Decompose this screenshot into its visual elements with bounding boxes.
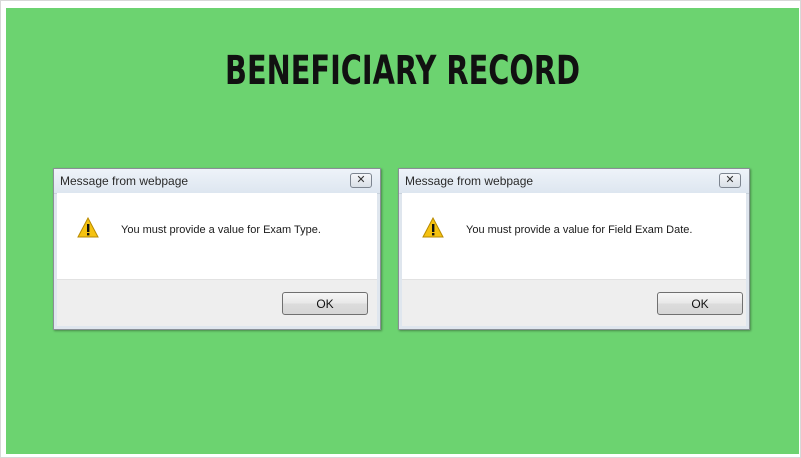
ok-button[interactable]: OK	[657, 292, 743, 315]
dialog-title: Message from webpage	[60, 174, 189, 188]
dialog-titlebar[interactable]: Message from webpage ✕	[54, 169, 380, 194]
page-title: BENEFICIARY RECORD	[225, 48, 580, 94]
ok-button-label: OK	[691, 297, 709, 311]
alert-dialog-field-exam-date: Message from webpage ✕ You must provide …	[398, 168, 750, 330]
dialog-message: You must provide a value for Field Exam …	[466, 224, 693, 236]
warning-icon	[422, 217, 444, 238]
dialog-message: You must provide a value for Exam Type.	[121, 224, 321, 236]
ok-button[interactable]: OK	[282, 292, 368, 315]
dialog-titlebar[interactable]: Message from webpage ✕	[399, 169, 749, 194]
dialog-footer: OK	[402, 279, 746, 326]
dialog-footer: OK	[57, 279, 377, 326]
close-icon: ✕	[356, 173, 366, 186]
close-button[interactable]: ✕	[719, 173, 741, 188]
dialog-content: You must provide a value for Field Exam …	[402, 193, 746, 279]
alert-dialog-exam-type: Message from webpage ✕ You must provide …	[53, 168, 381, 330]
dialog-title: Message from webpage	[405, 174, 534, 188]
ok-button-label: OK	[316, 297, 334, 311]
close-icon: ✕	[725, 173, 735, 186]
slide-background: BENEFICIARY RECORD Message from webpage …	[6, 8, 799, 454]
dialog-content: You must provide a value for Exam Type.	[57, 193, 377, 279]
warning-icon	[77, 217, 99, 238]
close-button[interactable]: ✕	[350, 173, 372, 188]
